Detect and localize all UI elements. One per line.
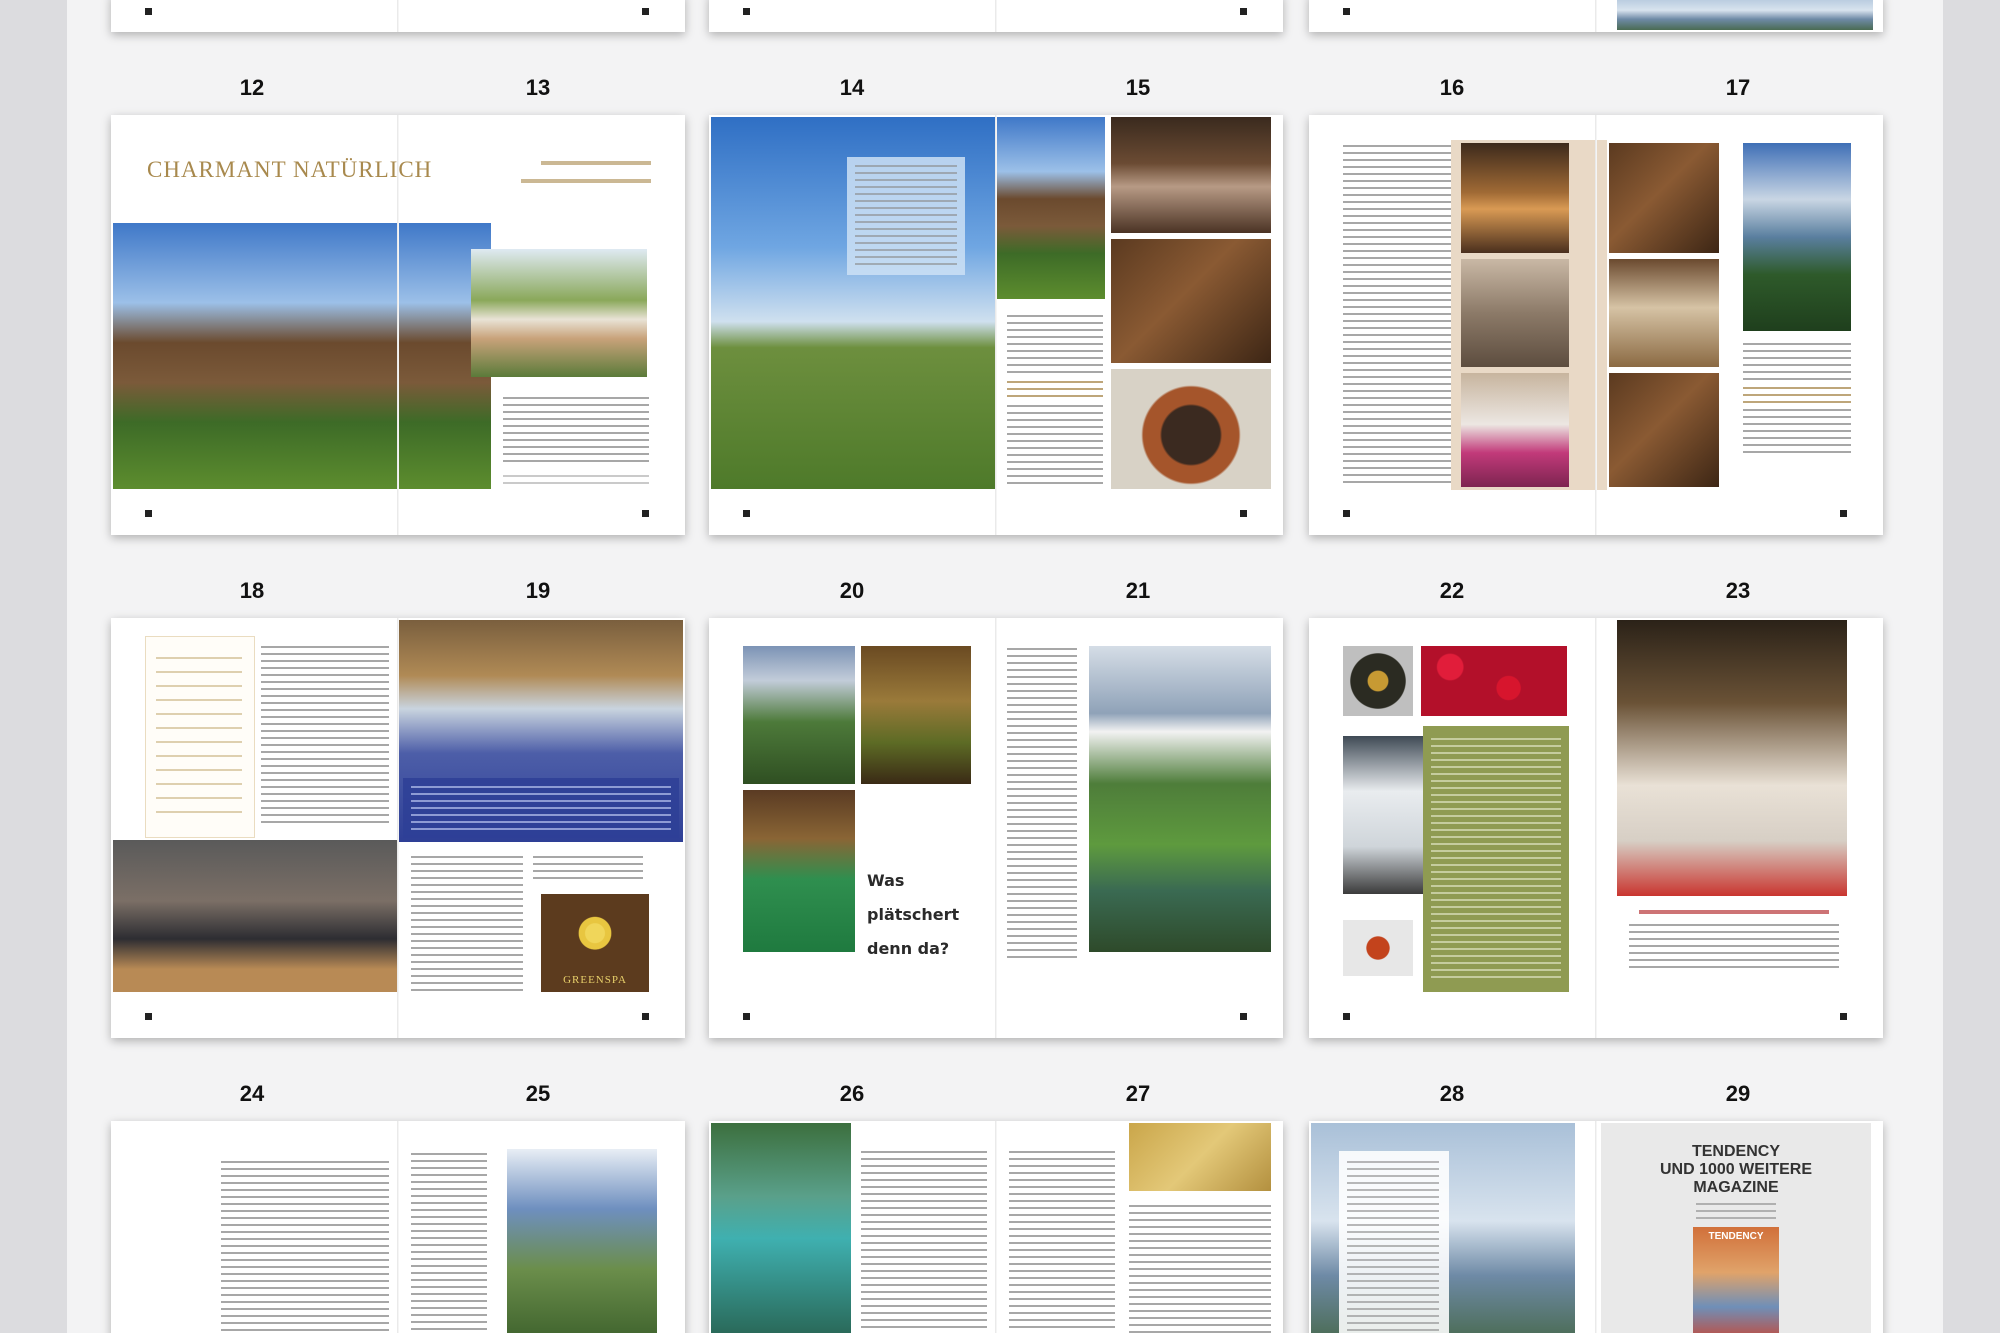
plated-dish-photo [1343,646,1413,716]
spread-10-11[interactable] [111,0,685,32]
pool-caption-box [403,778,679,838]
page-number-18: 18 [239,578,265,603]
olive-text-box [1423,726,1569,992]
spread-24-25[interactable] [111,1121,685,1333]
headline-line-2: plätschert [867,905,960,924]
page-number-15: 15 [1125,75,1151,100]
body-text-right [411,1153,487,1333]
page-number-23: 23 [1725,578,1751,603]
spread-12-13[interactable]: CHARMANT NATÜRLICH [111,115,685,535]
spread-22-23[interactable] [1309,618,1883,1038]
spread-headline: Was plätschert denn da? [867,864,959,966]
body-text [1007,648,1077,960]
dining-room-photo [1617,620,1847,896]
page-number-13: 13 [525,75,551,100]
ad-line-3: MAGAZINE [1693,1179,1779,1196]
bedroom-photo [1461,373,1569,487]
cover-title: TENDENCY [1708,1231,1764,1242]
raspberries-photo [1421,646,1567,716]
lake-view-photo [1743,143,1851,331]
decor-photo [1111,239,1271,363]
valley-photo [1089,646,1271,952]
mountain-photo [507,1149,657,1333]
spread-16-17[interactable] [1309,115,1883,535]
spread-title: CHARMANT NATÜRLICH [147,157,433,182]
page-number-12: 12 [239,75,265,100]
page-number-21: 21 [1125,578,1151,603]
page-number-29: 29 [1725,1081,1751,1106]
page-root: { "pages": ["12","13","14","15","16","17… [0,0,2000,1333]
photo-strip-right [1597,140,1607,490]
body-text [1007,315,1103,375]
body-text [503,397,649,467]
magazine-cover: TENDENCY [1693,1227,1779,1333]
page-number-24: 24 [239,1081,265,1106]
magazine-thumbnail-grid: 12 13 14 15 16 17 CHARMANT NATÜRLICH 18 … [67,0,1943,1333]
spread-partial-2[interactable] [709,0,1283,32]
page-number-26: 26 [839,1081,865,1106]
greenspa-logo-photo: GREENSPA [541,894,649,992]
ad-line-2: UND 1000 WEITERE [1659,1161,1813,1178]
headline-line-1: Was [867,871,905,890]
spread-18-19[interactable]: GREENSPA [111,618,685,1038]
text-box [847,157,965,275]
page-number-28: 28 [1439,1081,1465,1106]
page-number-25: 25 [525,1081,551,1106]
bamboo-spa-photo [861,646,971,784]
spread-28-29[interactable]: TENDENCY UND 1000 WEITERE MAGAZINE TENDE… [1309,1121,1883,1333]
page-number-14: 14 [839,75,865,100]
meeting-photo [113,840,397,992]
spread-26-27[interactable] [709,1121,1283,1333]
body-text [1629,924,1839,970]
body-text-right [1743,343,1851,381]
dish-photo [1343,920,1413,976]
page-number-17: 17 [1725,75,1751,100]
ad-line-1: TENDENCY [1691,1143,1780,1160]
spread-14-15[interactable] [709,115,1283,535]
village-photo [471,249,647,377]
page-number-16: 16 [1439,75,1465,100]
page-number-20: 20 [839,578,865,603]
magazine-ad[interactable]: TENDENCY UND 1000 WEITERE MAGAZINE TENDE… [1601,1123,1871,1333]
page-number-27: 27 [1125,1081,1151,1106]
hotel-photo [113,223,397,489]
lounge-photo [1461,143,1569,253]
body-text [1343,145,1451,485]
sofa-photo [1111,117,1271,233]
page-number-22: 22 [1439,578,1465,603]
spread-20-21[interactable]: Was plätschert denn da? [709,618,1283,1038]
body-text [261,646,389,826]
text-box [1339,1151,1449,1333]
body-text-right [1009,1151,1115,1333]
body-text-right [411,856,523,992]
interior-photo [1609,373,1719,487]
page-number-19: 19 [525,578,551,603]
hotel-exterior-photo [997,117,1105,299]
swing-photo [1609,143,1719,253]
body-text [861,1151,987,1333]
indoor-pool-photo [743,790,855,952]
heart-decor-photo [1111,369,1271,489]
room-photo [1461,259,1569,367]
garden-photo [743,646,855,784]
greenspa-logo: GREENSPA [563,974,627,986]
quote-box [145,636,255,838]
basket-photo [1609,259,1719,367]
body-text [221,1161,389,1333]
river-photo [711,1123,851,1333]
spread-partial-3[interactable] [1309,0,1883,32]
spread-image [1617,0,1873,30]
headline-line-3: denn da? [867,939,950,958]
gold-illustration [1129,1123,1271,1191]
